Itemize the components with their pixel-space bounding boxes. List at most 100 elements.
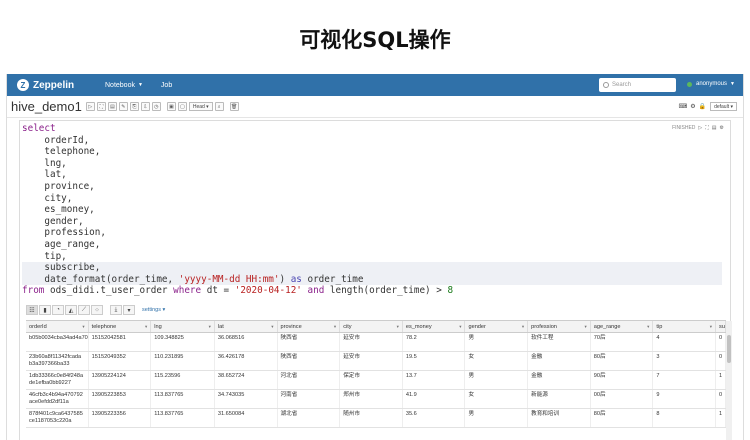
search-placeholder: Search xyxy=(612,82,632,88)
chevron-down-icon[interactable]: ▾ xyxy=(209,324,211,330)
column-header[interactable]: orderId ▾ xyxy=(26,321,89,332)
notebook-title[interactable]: hive_demo1 xyxy=(11,99,82,114)
table-cell: 38.652724 xyxy=(215,371,278,389)
table-cell: 46cfb3c4b94a470792 ace0efdd2df11a xyxy=(26,390,89,408)
table-cell: 80后 xyxy=(591,352,654,370)
grid-body: b05b0034cba34ad4a707b4e67f681c7115152042… xyxy=(26,333,727,428)
table-cell: 新能源 xyxy=(528,390,591,408)
code-line: date_format(order_time, 'yyyy-MM-dd HH:m… xyxy=(22,273,722,286)
table-cell: 0 xyxy=(716,333,727,351)
user-name: anonymous xyxy=(696,81,728,87)
clone-icon[interactable]: ⎘ xyxy=(129,102,139,111)
column-header[interactable]: province ▾ xyxy=(278,321,341,332)
pie-chart-icon[interactable]: ◔ xyxy=(52,305,64,315)
chevron-down-icon[interactable]: ▾ xyxy=(397,324,399,330)
scatter-chart-icon[interactable]: ⁘ xyxy=(91,305,103,315)
trash-icon[interactable]: 🗑 xyxy=(229,102,239,111)
table-row[interactable]: 878f401c9ca6437585 ce1187053c220a 1390522… xyxy=(26,409,727,428)
column-header[interactable]: tip ▾ xyxy=(653,321,717,332)
table-cell: 13905224124 xyxy=(89,371,152,389)
menu-notebook[interactable]: Notebook ▼ xyxy=(105,82,143,89)
table-cell: 15152049352 xyxy=(89,352,152,370)
show-hide-code-icon[interactable]: ⛶ xyxy=(96,102,106,111)
column-header[interactable]: lng ▾ xyxy=(151,321,215,332)
chevron-down-icon[interactable]: ▾ xyxy=(334,324,336,330)
code-editor[interactable]: select orderId, telephone, lng, lat, pro… xyxy=(22,123,722,297)
export-icon[interactable]: ⇩ xyxy=(140,102,150,111)
download-icon[interactable]: ⤓ xyxy=(110,305,122,315)
table-cell: 9 xyxy=(653,390,717,408)
code-line: province, xyxy=(22,180,95,192)
grid-scrollbar[interactable] xyxy=(726,321,732,440)
table-row[interactable]: 23b60a8f11342fcada b3a397366ba33 15152049… xyxy=(26,352,727,371)
table-cell: 河南省 xyxy=(278,390,341,408)
commit-icon[interactable]: ▣ xyxy=(166,102,176,111)
table-row[interactable]: b05b0034cba34ad4a707b4e67f681c7115152042… xyxy=(26,333,727,352)
table-cell: 15152042581 xyxy=(89,333,152,351)
code-line: subscribe, xyxy=(22,262,722,274)
clear-output-icon[interactable]: ✎ xyxy=(118,102,128,111)
table-cell: 113.837765 xyxy=(151,409,215,427)
scrollbar-thumb[interactable] xyxy=(727,335,731,363)
slide-title: 可视化SQL操作 xyxy=(299,28,451,52)
search-code-icon[interactable]: ⌕ xyxy=(214,102,224,111)
line-chart-icon[interactable]: ⟋ xyxy=(78,305,90,315)
table-cell: 80后 xyxy=(591,409,654,427)
table-cell: 115.23596 xyxy=(151,371,215,389)
result-grid: orderId ▾ telephone ▾ lng ▾ lat ▾ province ▾ city ▾… xyxy=(26,320,732,440)
zeppelin-logo[interactable]: Z Zeppelin xyxy=(17,79,87,91)
column-header-label: tip xyxy=(656,323,663,330)
menu-job[interactable]: Job xyxy=(161,82,172,89)
chevron-down-icon: ▼ xyxy=(137,82,143,88)
table-cell: 男 xyxy=(465,371,529,389)
user-menu[interactable]: anonymous ▼ xyxy=(687,81,735,87)
version-icon[interactable]: ◷ xyxy=(151,102,161,111)
chevron-down-icon[interactable]: ▾ xyxy=(459,324,461,330)
area-chart-icon[interactable]: ◭ xyxy=(65,305,77,315)
chevron-down-icon[interactable]: ▾ xyxy=(271,324,273,330)
column-header[interactable]: telephone ▾ xyxy=(89,321,152,332)
code-line: gender, xyxy=(22,215,84,227)
table-cell: 保定市 xyxy=(340,371,403,389)
column-header[interactable]: city ▾ xyxy=(340,321,403,332)
column-header-label: orderId xyxy=(29,323,47,330)
default-select[interactable]: default ▾ xyxy=(710,102,737,111)
column-header-label: su xyxy=(719,323,725,330)
notebook-header: hive_demo1 ▷ ⛶ ▤ ✎ ⎘ ⇩ ◷ ▣ ▢ Head ▾ ⌕ 🗑 … xyxy=(7,96,743,118)
table-view-icon[interactable]: ☷ xyxy=(26,305,38,315)
paragraph: FINISHED ▷ ⛶ ▤ ⚙ select orderId, telepho… xyxy=(19,120,732,440)
column-header[interactable]: lat ▾ xyxy=(215,321,278,332)
chevron-down-icon[interactable]: ▾ xyxy=(82,324,84,330)
column-header[interactable]: su xyxy=(716,321,727,332)
revision-icon[interactable]: ▢ xyxy=(177,102,187,111)
table-cell: 陕西省 xyxy=(278,352,341,370)
settings-link[interactable]: settings ▾ xyxy=(142,307,165,313)
settings-label: settings xyxy=(142,307,161,313)
column-header[interactable]: age_range ▾ xyxy=(591,321,654,332)
keyboard-icon[interactable]: ⌨ xyxy=(679,103,688,110)
head-select[interactable]: Head ▾ xyxy=(188,102,213,111)
chevron-down-icon[interactable]: ▾ xyxy=(584,324,586,330)
chevron-down-icon[interactable]: ▾ xyxy=(710,324,712,330)
table-cell: 90后 xyxy=(591,371,654,389)
gear-icon[interactable]: ⚙ xyxy=(690,103,695,110)
lock-icon[interactable]: 🔒 xyxy=(699,103,706,110)
table-row[interactable]: 1db33366c0e84f248a de1efba0bb9227 1390522… xyxy=(26,371,727,390)
head-select-label: Head xyxy=(192,103,205,110)
column-header[interactable]: profession ▾ xyxy=(528,321,591,332)
chevron-down-icon[interactable]: ▾ xyxy=(647,324,649,330)
table-row[interactable]: 46cfb3c4b94a470792 ace0efdd2df11a 1390522… xyxy=(26,390,727,409)
status-dot-icon xyxy=(687,81,692,87)
chevron-down-icon[interactable]: ▾ xyxy=(522,324,524,330)
chevron-down-icon[interactable]: ▾ xyxy=(123,305,135,315)
bar-chart-icon[interactable]: ▮ xyxy=(39,305,51,315)
column-header[interactable]: gender ▾ xyxy=(465,321,529,332)
show-hide-output-icon[interactable]: ▤ xyxy=(107,102,117,111)
column-header[interactable]: es_money ▾ xyxy=(403,321,466,332)
table-cell: 23b60a8f11342fcada b3a397366ba33 xyxy=(26,352,89,370)
search-input[interactable]: Search xyxy=(599,78,676,92)
table-cell: 郑州市 xyxy=(340,390,403,408)
search-icon xyxy=(603,82,609,88)
run-all-icon[interactable]: ▷ xyxy=(85,102,95,111)
chevron-down-icon[interactable]: ▾ xyxy=(145,324,147,330)
